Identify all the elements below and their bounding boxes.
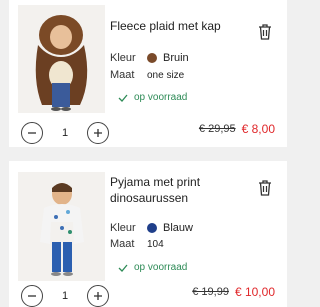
- color-swatch: [147, 53, 157, 63]
- trash-icon[interactable]: [257, 179, 273, 197]
- decrease-button[interactable]: [21, 122, 43, 144]
- sale-price: € 8,00: [241, 122, 275, 136]
- decrease-button[interactable]: [21, 285, 43, 307]
- sale-price: € 10,00: [234, 285, 275, 299]
- cart-item: Fleece plaid met kap Kleur Bruin Maat on…: [9, 0, 287, 147]
- color-value: Bruin: [163, 52, 189, 64]
- old-price: € 19,99: [192, 286, 229, 298]
- price: € 29,95 € 8,00: [199, 122, 275, 136]
- quantity-value[interactable]: 1: [43, 127, 87, 139]
- color-row: Kleur Blauw: [110, 222, 193, 234]
- color-swatch: [147, 223, 157, 233]
- product-image[interactable]: [18, 5, 105, 113]
- product-title[interactable]: Pyjama met print dinosaurussen: [110, 174, 250, 206]
- stock-status: op voorraad: [118, 92, 187, 103]
- color-row: Kleur Bruin: [110, 52, 189, 64]
- product-photo: [18, 172, 105, 281]
- size-label: Maat: [110, 69, 135, 81]
- plus-icon: [94, 292, 102, 300]
- product-image[interactable]: [18, 172, 105, 281]
- size-value: one size: [147, 69, 185, 81]
- price: € 19,99 € 10,00: [192, 285, 275, 299]
- product-photo: [18, 5, 105, 113]
- color-label: Kleur: [110, 222, 136, 234]
- color-label: Kleur: [110, 52, 136, 64]
- plus-icon: [94, 129, 102, 137]
- size-row: Maat one size: [110, 69, 184, 81]
- increase-button[interactable]: [87, 122, 109, 144]
- cart-item: Pyjama met print dinosaurussen Kleur Bla…: [9, 161, 287, 307]
- stock-status: op voorraad: [118, 262, 187, 273]
- stock-text: op voorraad: [134, 92, 188, 103]
- quantity-stepper: 1: [21, 285, 109, 307]
- trash-icon[interactable]: [257, 23, 273, 41]
- size-label: Maat: [110, 238, 135, 250]
- increase-button[interactable]: [87, 285, 109, 307]
- size-value: 104: [147, 238, 164, 250]
- old-price: € 29,95: [198, 123, 236, 135]
- check-icon: [118, 94, 128, 102]
- check-icon: [118, 264, 128, 272]
- color-value: Blauw: [163, 222, 193, 234]
- minus-icon: [28, 295, 36, 297]
- minus-icon: [28, 132, 36, 134]
- product-title[interactable]: Fleece plaid met kap: [110, 18, 250, 34]
- quantity-value[interactable]: 1: [43, 290, 87, 302]
- quantity-stepper: 1: [21, 122, 109, 144]
- size-row: Maat 104: [110, 238, 164, 250]
- stock-text: op voorraad: [134, 262, 188, 273]
